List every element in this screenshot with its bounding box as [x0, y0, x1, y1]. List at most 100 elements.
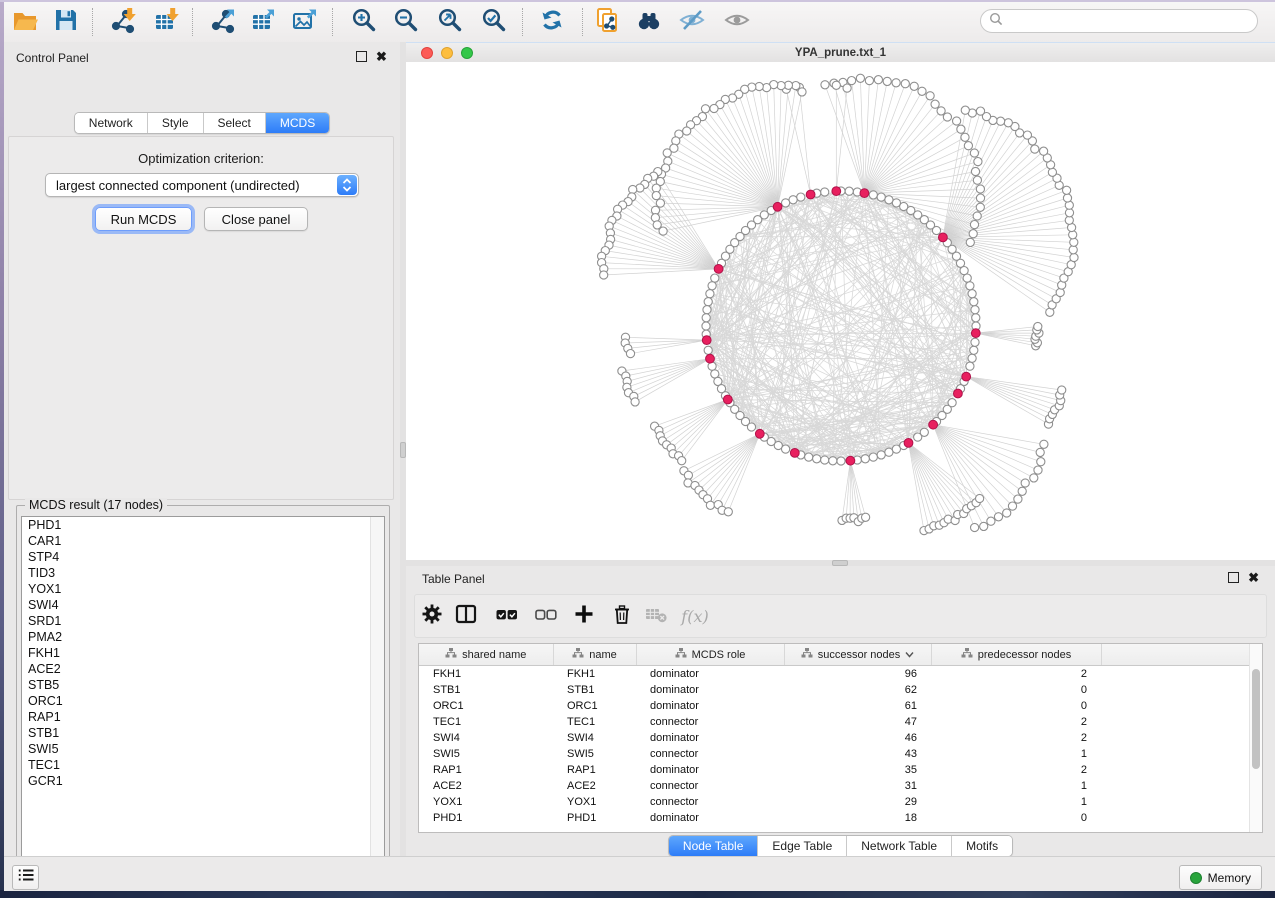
export-table-button[interactable]: [246, 5, 280, 39]
first-neighbors-button[interactable]: [632, 5, 666, 39]
zoom-in-button[interactable]: [347, 5, 381, 39]
mcds-result-item[interactable]: ORC1: [22, 693, 384, 709]
close-panel-button[interactable]: Close panel: [204, 207, 308, 231]
export-network-button[interactable]: [206, 5, 240, 39]
zoom-fit-button[interactable]: [433, 5, 467, 39]
tab-select[interactable]: Select: [203, 113, 265, 133]
minimize-window-icon[interactable]: [441, 47, 453, 59]
table-row[interactable]: TEC1TEC1connector472: [419, 714, 1251, 730]
criterion-dropdown[interactable]: largest connected component (undirected): [45, 173, 359, 197]
tab-edge-table[interactable]: Edge Table: [757, 836, 846, 856]
column-header-name[interactable]: name: [553, 644, 636, 666]
mcds-list-scrollbar[interactable]: [370, 517, 384, 877]
network-from-selection-icon: [593, 6, 621, 39]
task-history-button[interactable]: [12, 865, 39, 890]
memory-button[interactable]: Memory: [1179, 865, 1262, 890]
gear-icon: [420, 602, 444, 631]
save-button[interactable]: [49, 5, 83, 39]
select-all-icon: [495, 602, 519, 631]
table-row[interactable]: STB1STB1dominator620: [419, 682, 1251, 698]
table-row[interactable]: YOX1YOX1connector291: [419, 794, 1251, 810]
tab-node-table[interactable]: Node Table: [669, 836, 758, 856]
import-table-button[interactable]: [149, 5, 183, 39]
tab-mcds[interactable]: MCDS: [265, 113, 329, 133]
tab-style[interactable]: Style: [147, 113, 203, 133]
mcds-result-title: MCDS result (17 nodes): [25, 498, 167, 512]
zoom-selected-button[interactable]: [477, 5, 511, 39]
network-canvas[interactable]: [406, 62, 1275, 560]
column-header-successor-nodes[interactable]: successor nodes: [784, 644, 931, 666]
column-header-predecessor-nodes[interactable]: predecessor nodes: [931, 644, 1101, 666]
mcds-result-item[interactable]: TID3: [22, 565, 384, 581]
gear-button[interactable]: [417, 601, 447, 631]
close-panel-icon[interactable]: ✖: [376, 52, 387, 61]
mcds-result-item[interactable]: GCR1: [22, 773, 384, 789]
table-panel: Table Panel ✖ f(x) shared namenameMCDS r…: [406, 566, 1275, 856]
run-mcds-button[interactable]: Run MCDS: [95, 207, 192, 231]
network-from-selection-button[interactable]: [590, 5, 624, 39]
table-row[interactable]: ORC1ORC1dominator610: [419, 698, 1251, 714]
mcds-result-item[interactable]: CAR1: [22, 533, 384, 549]
mcds-result-item[interactable]: STB1: [22, 725, 384, 741]
open-folder-icon: [11, 6, 39, 39]
main-toolbar: [4, 2, 1275, 43]
table-row[interactable]: SWI4SWI4dominator462: [419, 730, 1251, 746]
export-image-button[interactable]: [288, 5, 322, 39]
mcds-result-item[interactable]: PMA2: [22, 629, 384, 645]
table-row[interactable]: SWI5SWI5connector431: [419, 746, 1251, 762]
maximize-window-icon[interactable]: [461, 47, 473, 59]
mcds-result-item[interactable]: STP4: [22, 549, 384, 565]
deselect-all-button[interactable]: [531, 601, 561, 631]
delete-row-icon: [610, 602, 634, 631]
apply-layout-button[interactable]: [535, 5, 569, 39]
toolbar-separator: [332, 8, 333, 36]
mcds-result-item[interactable]: RAP1: [22, 709, 384, 725]
float-table-panel-icon[interactable]: [1228, 572, 1239, 583]
hide-selected-button[interactable]: [675, 5, 709, 39]
tab-network[interactable]: Network: [75, 113, 147, 133]
import-network-button[interactable]: [106, 5, 140, 39]
tab-network-table[interactable]: Network Table: [846, 836, 951, 856]
search-box[interactable]: [980, 9, 1258, 33]
mcds-result-item[interactable]: PHD1: [22, 517, 384, 533]
mcds-result-item[interactable]: FKH1: [22, 645, 384, 661]
import-table-icon: [152, 6, 180, 39]
mcds-result-item[interactable]: TEC1: [22, 757, 384, 773]
table-row[interactable]: PHD1PHD1dominator180: [419, 810, 1251, 826]
table-scrollbar[interactable]: [1249, 644, 1262, 832]
node-table: shared namenameMCDS rolesuccessor nodesp…: [418, 643, 1263, 833]
table-row[interactable]: RAP1RAP1dominator352: [419, 762, 1251, 778]
table-row[interactable]: FKH1FKH1dominator962: [419, 666, 1251, 683]
attribute-icon: [961, 647, 973, 662]
mcds-result-item[interactable]: ACE2: [22, 661, 384, 677]
network-window-titlebar[interactable]: YPA_prune.txt_1: [406, 42, 1275, 64]
tab-motifs[interactable]: Motifs: [951, 836, 1012, 856]
mcds-result-item[interactable]: STB5: [22, 677, 384, 693]
mcds-result-item[interactable]: SWI4: [22, 597, 384, 613]
save-icon: [52, 6, 80, 39]
column-header-shared-name[interactable]: shared name: [419, 644, 553, 666]
show-all-button[interactable]: [720, 5, 754, 39]
close-window-icon[interactable]: [421, 47, 433, 59]
toolbar-separator: [92, 8, 93, 36]
select-all-button[interactable]: [492, 601, 522, 631]
column-header-MCDS-role[interactable]: MCDS role: [636, 644, 784, 666]
table-header-row: shared namenameMCDS rolesuccessor nodesp…: [419, 644, 1251, 666]
float-panel-icon[interactable]: [356, 51, 367, 62]
mcds-result-item[interactable]: YOX1: [22, 581, 384, 597]
mcds-result-item[interactable]: SRD1: [22, 613, 384, 629]
toolbar-separator: [582, 8, 583, 36]
add-row-button[interactable]: [569, 601, 599, 631]
open-folder-button[interactable]: [8, 5, 42, 39]
table-scrollbar-thumb[interactable]: [1252, 669, 1260, 769]
table-row[interactable]: ACE2ACE2connector311: [419, 778, 1251, 794]
export-network-icon: [209, 6, 237, 39]
split-view-button[interactable]: [451, 601, 481, 631]
apply-layout-icon: [538, 6, 566, 39]
zoom-out-button[interactable]: [389, 5, 423, 39]
delete-row-button[interactable]: [607, 601, 637, 631]
search-input[interactable]: [1008, 13, 1257, 29]
network-graph[interactable]: [406, 62, 1275, 560]
close-table-panel-icon[interactable]: ✖: [1248, 573, 1259, 582]
mcds-result-item[interactable]: SWI5: [22, 741, 384, 757]
